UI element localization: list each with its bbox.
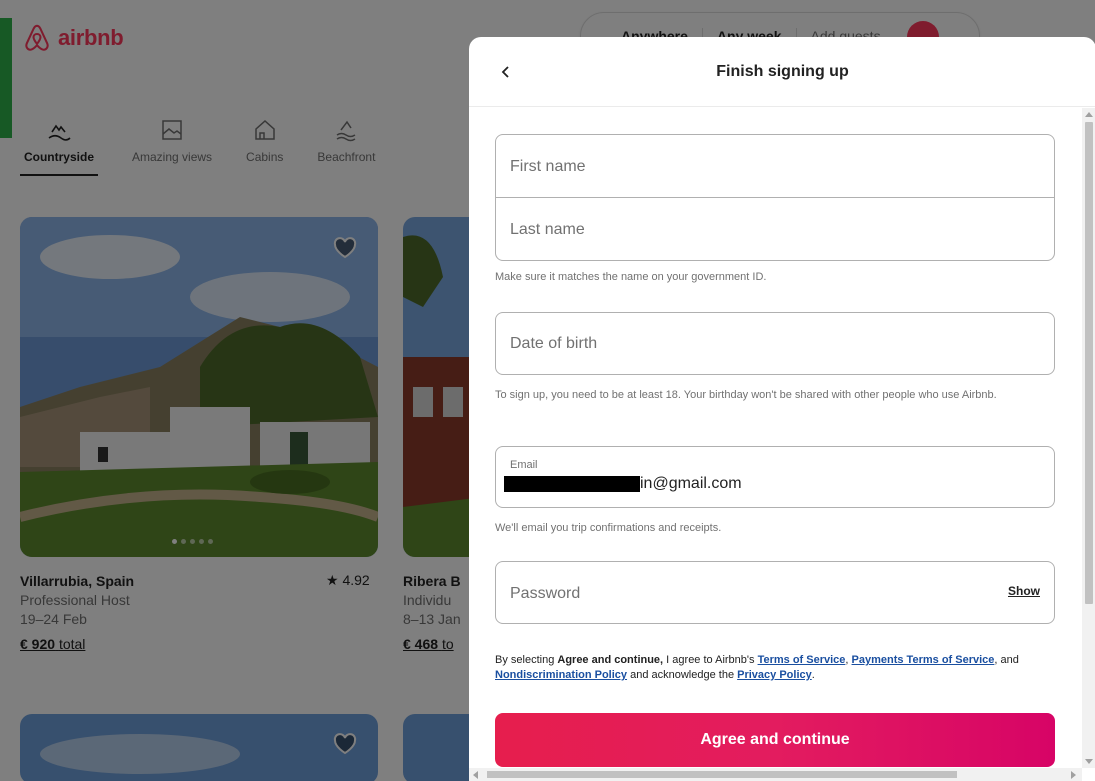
scroll-left-arrow-icon[interactable] — [473, 771, 478, 779]
scroll-down-arrow-icon[interactable] — [1085, 759, 1093, 764]
modal-title: Finish signing up — [716, 62, 849, 80]
email-field[interactable]: Email in@gmail.com — [495, 446, 1055, 508]
legal-end: . — [811, 669, 815, 681]
redaction-block — [504, 476, 640, 492]
terms-of-service-link[interactable]: Terms of Service — [758, 654, 846, 666]
modal-body: Make sure it matches the name on your go… — [469, 108, 1081, 781]
nondiscrimination-policy-link[interactable]: Nondiscrimination Policy — [495, 669, 627, 681]
legal-mid: , and — [994, 654, 1019, 666]
email-hint: We'll email you trip confirmations and r… — [495, 522, 722, 534]
name-hint: Make sure it matches the name on your go… — [495, 271, 767, 283]
signup-modal: Finish signing up Make sure it matches t… — [469, 37, 1095, 781]
legal-bold: Agree and continue, — [557, 654, 664, 666]
back-button[interactable] — [493, 59, 519, 85]
dob-hint: To sign up, you need to be at least 18. … — [495, 389, 997, 401]
privacy-policy-link[interactable]: Privacy Policy — [737, 669, 812, 681]
date-of-birth-input[interactable] — [510, 332, 1030, 356]
email-visible-text: in@gmail.com — [640, 475, 742, 492]
show-password-toggle[interactable]: Show — [1008, 584, 1040, 598]
last-name-input[interactable] — [510, 218, 1030, 242]
email-value[interactable]: in@gmail.com — [504, 475, 742, 493]
legal-prefix: By selecting — [495, 654, 558, 666]
password-field-group: Show — [495, 561, 1055, 624]
email-label: Email — [510, 459, 538, 471]
scrollbar-thumb[interactable] — [1085, 122, 1093, 604]
field-divider — [496, 197, 1054, 198]
horizontal-scrollbar[interactable] — [469, 768, 1082, 781]
legal-mid: I agree to Airbnb's — [663, 654, 758, 666]
modal-header: Finish signing up — [469, 37, 1095, 107]
scrollbar-thumb[interactable] — [487, 771, 957, 778]
password-input[interactable] — [510, 582, 970, 606]
chevron-left-icon — [501, 66, 509, 78]
legal-mid: and acknowledge the — [627, 669, 738, 681]
agree-and-continue-button[interactable]: Agree and continue — [495, 713, 1055, 767]
dob-field-group — [495, 312, 1055, 375]
scroll-right-arrow-icon[interactable] — [1071, 771, 1076, 779]
legal-text: By selecting Agree and continue, I agree… — [495, 653, 1055, 683]
name-field-group — [495, 134, 1055, 261]
payments-terms-link[interactable]: Payments Terms of Service — [852, 654, 995, 666]
first-name-input[interactable] — [510, 155, 1030, 179]
scroll-up-arrow-icon[interactable] — [1085, 112, 1093, 117]
vertical-scrollbar[interactable] — [1082, 108, 1095, 768]
